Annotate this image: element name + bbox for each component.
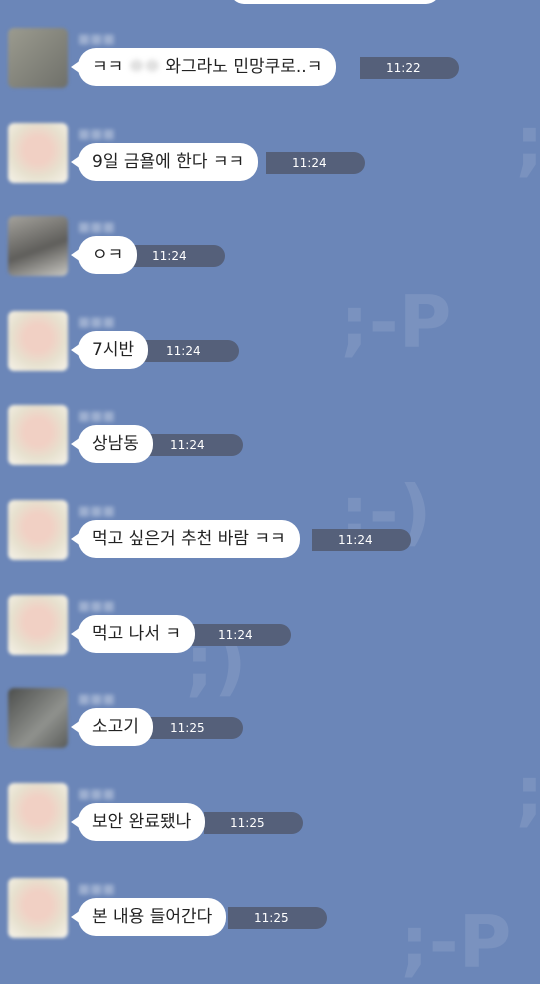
message-time: 11:24 xyxy=(312,529,411,551)
message-text: 소고기 xyxy=(92,717,139,737)
sender-name: ■■■ xyxy=(78,787,115,802)
sender-name: ■■■ xyxy=(78,315,115,330)
message-text: ㅇㅋ xyxy=(92,245,124,265)
message-bubble[interactable]: ㅇㅋ xyxy=(70,236,138,274)
message-text: 먹고 싶은거 추천 바람 ㅋㅋ xyxy=(92,529,286,549)
avatar[interactable] xyxy=(8,878,68,938)
message-text: 상남동 xyxy=(92,434,139,454)
message-time: 11:25 xyxy=(228,907,327,929)
message-bubble[interactable]: 7시반 xyxy=(70,331,149,369)
message-time: 11:25 xyxy=(144,717,243,739)
avatar[interactable] xyxy=(8,216,68,276)
chat-message: ■■■ ㅇㅋ 11:24 xyxy=(0,198,540,293)
message-time: 11:24 xyxy=(192,624,291,646)
avatar[interactable] xyxy=(8,28,68,88)
message-time: 11:24 xyxy=(140,340,239,362)
chat-message: ■■■ 먹고 싶은거 추천 바람 ㅋㅋ 11:24 xyxy=(0,482,540,577)
sender-name: ■■■ xyxy=(78,882,115,897)
avatar[interactable] xyxy=(8,783,68,843)
chat-message: ■■■ 9일 금욜에 한다 ㅋㅋ 11:24 xyxy=(0,105,540,200)
sender-name: ■■■ xyxy=(78,599,115,614)
avatar[interactable] xyxy=(8,595,68,655)
sender-name: ■■■ xyxy=(78,32,115,47)
message-text: 9일 금욜에 한다 ㅋㅋ xyxy=(92,152,245,172)
message-bubble[interactable]: 보안 완료됐나 xyxy=(70,803,206,841)
message-bubble[interactable]: ㅋㅋ ㅇㅇ 와그라노 민망쿠로..ㅋ xyxy=(70,48,337,86)
message-time: 11:22 xyxy=(360,57,459,79)
message-time: 11:24 xyxy=(144,434,243,456)
message-bubble[interactable]: 본 내용 들어간다 xyxy=(70,898,227,936)
message-bubble[interactable]: 상남동 xyxy=(71,425,153,463)
sender-name: ■■■ xyxy=(78,409,115,424)
message-text: 와그라노 민망쿠로..ㅋ xyxy=(165,57,323,77)
message-text: ㅋㅋ xyxy=(92,57,124,77)
message-time: 11:24 xyxy=(266,152,365,174)
censored-text: ㅇㅇ xyxy=(128,57,160,77)
sender-name: ■■■ xyxy=(78,127,115,142)
message-bubble[interactable]: 9일 금욜에 한다 ㅋㅋ xyxy=(70,143,259,181)
chat-message: ■■■ 본 내용 들어간다 11:25 xyxy=(0,860,540,955)
chat-message: ■■■ 소고기 11:25 xyxy=(0,670,540,765)
message-time: 11:24 xyxy=(126,245,225,267)
chat-message: ■■■ 먹고 나서 ㅋ 11:24 xyxy=(0,577,540,672)
message-text: 본 내용 들어간다 xyxy=(92,907,213,927)
chat-message-list[interactable]: ■■■ ㅋㅋ ㅇㅇ 와그라노 민망쿠로..ㅋ 11:22 ■■■ 9일 금욜에 … xyxy=(0,0,540,960)
message-bubble[interactable]: 먹고 싶은거 추천 바람 ㅋㅋ xyxy=(71,520,300,558)
message-time: 11:25 xyxy=(204,812,303,834)
sender-name: ■■■ xyxy=(78,220,115,235)
avatar[interactable] xyxy=(8,500,68,560)
chat-message: ■■■ ㅋㅋ ㅇㅇ 와그라노 민망쿠로..ㅋ 11:22 xyxy=(0,10,540,105)
sender-name: ■■■ xyxy=(78,692,115,707)
message-text: 보안 완료됐나 xyxy=(92,812,192,832)
sender-name: ■■■ xyxy=(78,504,115,519)
avatar[interactable] xyxy=(8,311,68,371)
message-bubble[interactable]: 소고기 xyxy=(71,708,153,746)
message-bubble[interactable]: 먹고 나서 ㅋ xyxy=(70,615,196,653)
chat-message: ■■■ 상남동 11:24 xyxy=(0,387,540,482)
avatar[interactable] xyxy=(8,405,68,465)
avatar[interactable] xyxy=(8,123,68,183)
message-text: 먹고 나서 ㅋ xyxy=(92,624,182,644)
chat-message: ■■■ 7시반 11:24 xyxy=(0,293,540,388)
message-text: 7시반 xyxy=(92,340,135,360)
chat-message: ■■■ 보안 완료됐나 11:25 xyxy=(0,765,540,860)
avatar[interactable] xyxy=(8,688,68,748)
